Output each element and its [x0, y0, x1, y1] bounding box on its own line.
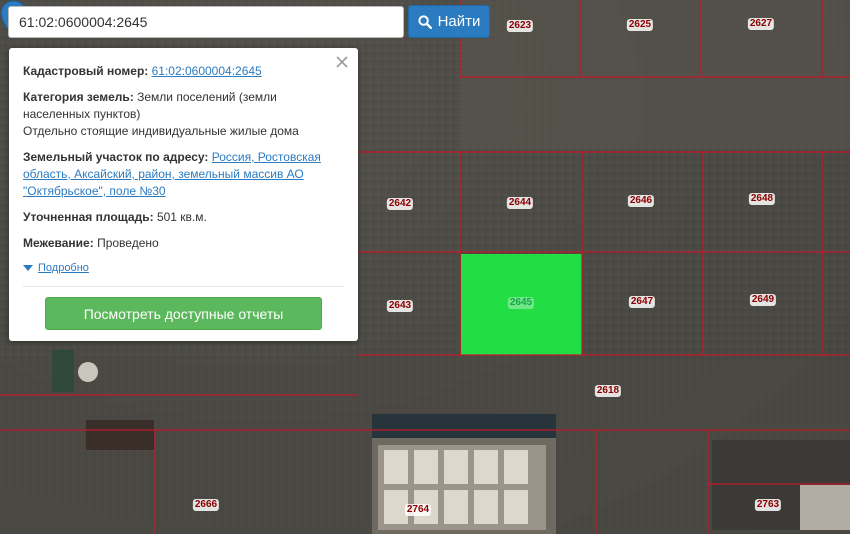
parcel-label-2623[interactable]: 2623 — [506, 20, 534, 32]
parcel-label-2642[interactable]: 2642 — [386, 198, 414, 210]
survey-label: Межевание: — [23, 236, 94, 250]
address-link-part3[interactable]: "Октябрьское", поле №30 — [23, 184, 166, 198]
cadastral-number-row: Кадастровый номер: 61:02:0600004:2645 — [23, 63, 344, 80]
address-row: Земельный участок по адресу: Россия, Рос… — [23, 149, 344, 200]
parcel-label-2647[interactable]: 2647 — [628, 296, 656, 308]
parcel-label-2643[interactable]: 2643 — [386, 300, 414, 312]
close-icon[interactable] — [334, 54, 350, 70]
area-label: Уточненная площадь: — [23, 210, 154, 224]
land-category-label: Категория земель: — [23, 90, 134, 104]
parcel-label-2644[interactable]: 2644 — [506, 197, 534, 209]
search-button-label: Найти — [437, 13, 481, 30]
search-button[interactable]: Найти — [408, 5, 490, 38]
popup-divider — [23, 286, 344, 287]
cadastral-search-input[interactable]: 61:02:0600004:2645 — [8, 6, 404, 38]
land-category-value-line2: населенных пунктов) — [23, 107, 141, 121]
survey-row: Межевание: Проведено — [23, 235, 344, 252]
details-toggle[interactable]: Подробно — [23, 262, 344, 274]
cadastral-number-link[interactable]: 61:02:0600004:2645 — [152, 64, 262, 78]
parcel-label-2646[interactable]: 2646 — [627, 195, 655, 207]
view-reports-button[interactable]: Посмотреть доступные отчеты — [45, 297, 322, 330]
parcel-label-2625[interactable]: 2625 — [626, 19, 654, 31]
address-link-part1[interactable]: Россия, Ростовская — [212, 150, 321, 164]
parcel-label-2649[interactable]: 2649 — [749, 294, 777, 306]
area-row: Уточненная площадь: 501 кв.м. — [23, 209, 344, 226]
parcel-label-2666[interactable]: 2666 — [192, 499, 220, 511]
triangle-down-icon — [23, 265, 33, 271]
permitted-use-value: Отдельно стоящие индивидуальные жилые до… — [23, 124, 299, 138]
parcel-label-2763[interactable]: 2763 — [754, 499, 782, 511]
details-link[interactable]: Подробно — [38, 262, 89, 274]
parcel-info-popup: Кадастровый номер: 61:02:0600004:2645 Ка… — [9, 48, 358, 341]
parcel-label-2648[interactable]: 2648 — [748, 193, 776, 205]
area-value: 501 кв.м. — [156, 210, 207, 224]
cadastral-number-label: Кадастровый номер: — [23, 64, 149, 78]
land-category-value-line1: Земли поселений (земли — [137, 90, 277, 104]
parcel-label-2764[interactable]: 2764 — [404, 504, 432, 516]
address-label: Земельный участок по адресу: — [23, 150, 209, 164]
land-category-row: Категория земель: Земли поселений (земли… — [23, 89, 344, 140]
parcel-label-2627[interactable]: 2627 — [747, 18, 775, 30]
parcel-label-2645[interactable]: 2645 — [507, 297, 535, 309]
survey-value: Проведено — [97, 236, 159, 250]
search-icon — [417, 14, 432, 29]
address-link-part2[interactable]: область, Аксайский, район, земельный мас… — [23, 167, 304, 181]
parcel-label-2618[interactable]: 2618 — [594, 385, 622, 397]
